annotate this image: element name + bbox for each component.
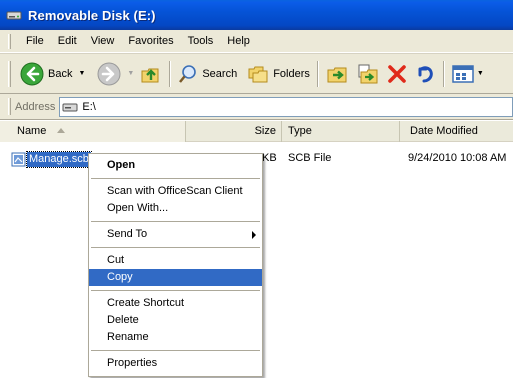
menu-tools[interactable]: Tools [181, 35, 221, 47]
delete-button[interactable] [383, 59, 411, 89]
search-icon [179, 64, 197, 83]
menu-favorites[interactable]: Favorites [121, 35, 180, 47]
menu-separator [91, 350, 260, 351]
views-button[interactable]: ▼ [449, 59, 487, 89]
views-dropdown-icon[interactable]: ▼ [477, 70, 484, 77]
menu-separator [91, 247, 260, 248]
folders-button[interactable]: Folders [244, 59, 313, 89]
menu-separator [91, 221, 260, 222]
menu-item-properties[interactable]: Properties [89, 355, 262, 372]
column-headers: Name Size Type Date Modified [0, 121, 513, 142]
back-dropdown-icon[interactable]: ▼ [78, 70, 85, 77]
menu-view[interactable]: View [84, 35, 122, 47]
forward-dropdown-icon[interactable]: ▼ [127, 70, 134, 77]
menu-item-delete[interactable]: Delete [89, 312, 262, 329]
menu-item-create-shortcut[interactable]: Create Shortcut [89, 295, 262, 312]
scb-file-icon [11, 152, 26, 167]
back-label: Back [48, 67, 73, 80]
column-header-name[interactable]: Name [0, 121, 186, 142]
menu-file[interactable]: File [19, 35, 51, 47]
menu-bar: File Edit View Favorites Tools Help [0, 30, 513, 53]
address-label: Address [15, 100, 56, 113]
toolbar-grip[interactable] [8, 60, 11, 87]
menu-item-copy[interactable]: Copy [89, 269, 262, 286]
column-header-type[interactable]: Type [282, 121, 400, 142]
menu-item-open-with[interactable]: Open With... [89, 200, 262, 217]
toolbar-separator [442, 60, 445, 87]
views-icon [452, 64, 474, 83]
standard-toolbar: Back ▼ ▼ Search Folders ▼ [0, 53, 513, 94]
menubar-grip[interactable] [8, 33, 11, 49]
addressbar-grip[interactable] [8, 98, 11, 115]
menu-edit[interactable]: Edit [51, 35, 84, 47]
move-to-folder-icon [327, 67, 347, 82]
folders-label: Folders [273, 67, 310, 80]
forward-arrow-icon [97, 62, 121, 85]
column-size-label: Size [254, 125, 276, 137]
up-folder-button[interactable] [137, 59, 165, 89]
menu-item-send-to[interactable]: Send To [89, 226, 262, 243]
menu-help[interactable]: Help [220, 35, 257, 47]
file-name[interactable]: Manage.scb [26, 151, 92, 168]
delete-x-icon [388, 64, 406, 83]
context-menu: Open Scan with OfficeScan Client Open Wi… [88, 153, 263, 377]
menu-item-cut[interactable]: Cut [89, 252, 262, 269]
move-to-button[interactable] [323, 59, 353, 89]
sort-ascending-icon [57, 128, 65, 133]
undo-button[interactable] [411, 59, 439, 89]
menu-separator [91, 178, 260, 179]
toolbar-separator [169, 60, 172, 87]
send-to-label: Send To [107, 228, 148, 240]
address-bar: Address E:\ [0, 94, 513, 120]
forward-button[interactable]: ▼ [94, 59, 137, 89]
drive-icon [6, 11, 22, 20]
window-title: Removable Disk (E:) [28, 7, 156, 23]
menu-separator [91, 290, 260, 291]
title-bar: Removable Disk (E:) [0, 0, 513, 30]
toolbar-separator [316, 60, 319, 87]
copy-to-folder-icon [358, 64, 378, 83]
column-header-size[interactable]: Size [186, 121, 282, 142]
search-label: Search [202, 67, 238, 80]
drive-icon [62, 103, 78, 111]
search-button[interactable]: Search [175, 59, 240, 89]
copy-to-button[interactable] [353, 59, 383, 89]
back-button[interactable]: Back ▼ [17, 59, 88, 89]
column-type-label: Type [288, 125, 312, 137]
file-size: KB [262, 152, 277, 164]
address-input[interactable]: E:\ [59, 96, 513, 117]
undo-icon [418, 65, 433, 82]
menu-item-rename[interactable]: Rename [89, 329, 262, 346]
folders-icon [248, 66, 268, 82]
column-name-label: Name [17, 125, 47, 137]
address-value: E:\ [82, 100, 96, 113]
column-header-date[interactable]: Date Modified [400, 121, 513, 142]
column-date-label: Date Modified [410, 125, 478, 137]
menu-item-open[interactable]: Open [89, 157, 262, 174]
file-date-modified: 9/24/2010 10:08 AM [408, 152, 507, 164]
submenu-arrow-icon [252, 231, 256, 239]
menu-item-scan-officescan[interactable]: Scan with OfficeScan Client [89, 183, 262, 200]
up-folder-icon [141, 68, 159, 82]
file-type: SCB File [288, 152, 332, 164]
back-arrow-icon [20, 62, 44, 85]
